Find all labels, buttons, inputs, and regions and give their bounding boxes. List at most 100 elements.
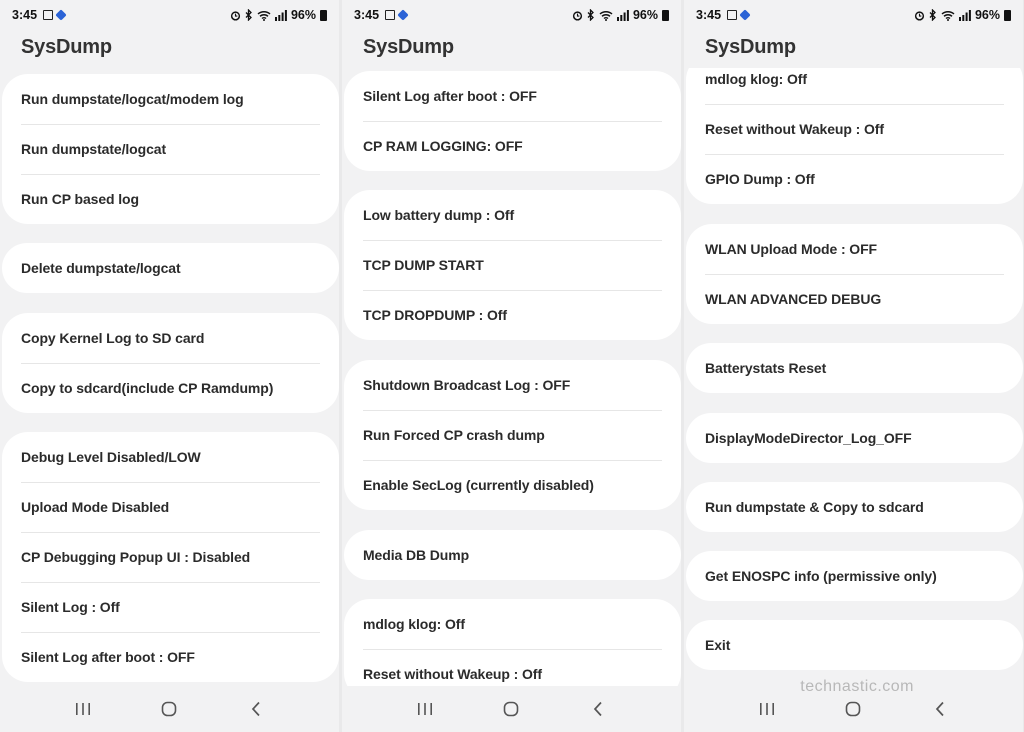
battery-percent: 96% <box>290 8 316 22</box>
menu-item[interactable]: Run Forced CP crash dump <box>344 410 681 460</box>
menu-card: Batterystats Reset <box>686 343 1023 393</box>
navigation-bar <box>342 686 681 732</box>
menu-item-label: Run dumpstate & Copy to sdcard <box>705 499 924 515</box>
recents-icon <box>417 702 433 716</box>
menu-item[interactable]: Exit <box>686 620 1023 670</box>
page-title: SysDump <box>21 36 112 58</box>
home-icon <box>845 701 861 717</box>
menu-item-label: Batterystats Reset <box>705 360 827 376</box>
menu-item[interactable]: Run dumpstate/logcat <box>2 124 339 174</box>
menu-card: mdlog klog: Off Reset without Wakeup : Of… <box>686 54 1023 204</box>
menu-item[interactable]: Enable SecLog (currently disabled) <box>344 460 681 510</box>
menu-card: Media DB Dump <box>344 530 681 580</box>
status-icons: VoLTE LTE196% <box>914 8 1011 22</box>
menu-item[interactable]: Reset without Wakeup : Off <box>686 104 1023 154</box>
wifi-icon <box>599 10 613 21</box>
menu-item[interactable]: Run CP based log <box>2 174 339 224</box>
back-button[interactable] <box>241 694 271 724</box>
menu-item-label: Low battery dump : Off <box>363 207 515 223</box>
menu-item[interactable]: mdlog klog: Off <box>344 599 681 649</box>
status-time: 3:45 <box>12 8 38 22</box>
menu-item[interactable]: Silent Log after boot : OFF <box>344 71 681 121</box>
gallery-icon <box>727 10 738 20</box>
menu-item[interactable]: CP RAM LOGGING: OFF <box>344 121 681 171</box>
menu-item-label: Run dumpstate/logcat <box>21 141 167 157</box>
status-time: 3:45 <box>354 8 380 22</box>
recents-button[interactable] <box>68 694 98 724</box>
home-button[interactable] <box>496 694 526 724</box>
menu-item-label: mdlog klog: Off <box>705 71 807 87</box>
recents-icon <box>759 702 775 716</box>
menu-item[interactable]: Upload Mode Disabled <box>2 482 339 532</box>
menu-item-label: GPIO Dump : Off <box>705 171 815 187</box>
battery-icon <box>662 9 669 21</box>
status-icons: VoLTE LTE196% <box>230 8 327 22</box>
page-title: SysDump <box>363 36 454 58</box>
menu-card: Shutdown Broadcast Log : OFF Run Forced C… <box>344 360 681 510</box>
recents-button[interactable] <box>410 694 440 724</box>
menu-item-label: Silent Log after boot : OFF <box>21 649 195 665</box>
menu-item[interactable]: Silent Log : Off <box>2 582 339 632</box>
menu-item[interactable]: Shutdown Broadcast Log : OFF <box>344 360 681 410</box>
menu-card: Debug Level Disabled/LOW Upload Mode Disa… <box>2 432 339 682</box>
menu-item[interactable]: Run dumpstate/logcat/modem log <box>2 74 339 124</box>
menu-item-label: Run Forced CP crash dump <box>363 427 545 443</box>
menu-card: Delete dumpstate/logcat <box>2 243 339 293</box>
menu-item[interactable]: GPIO Dump : Off <box>686 154 1023 204</box>
battery-percent: 96% <box>632 8 658 22</box>
gallery-icon <box>385 10 396 20</box>
recents-button[interactable] <box>752 694 782 724</box>
menu-item-label: Reset without Wakeup : Off <box>363 666 542 682</box>
signal-icon <box>616 9 629 21</box>
menu-item[interactable]: Copy Kernel Log to SD card <box>2 313 339 363</box>
status-bar: 3:45 VoLTE LTE196% <box>342 0 681 30</box>
page-title: SysDump <box>705 36 796 58</box>
phone-screen-2: 3:45 VoLTE LTE196% Silent Log after boot :… <box>342 0 681 732</box>
menu-item[interactable]: WLAN Upload Mode : OFF <box>686 224 1023 274</box>
home-button[interactable] <box>154 694 184 724</box>
back-button[interactable] <box>583 694 613 724</box>
home-button[interactable] <box>838 694 868 724</box>
menu-item[interactable]: Run dumpstate & Copy to sdcard <box>686 482 1023 532</box>
menu-item-label: CP Debugging Popup UI : Disabled <box>21 549 251 565</box>
status-icons: VoLTE LTE196% <box>572 8 669 22</box>
assistant-icon <box>55 9 67 21</box>
menu-item-label: Run CP based log <box>21 191 139 207</box>
menu-item[interactable]: Debug Level Disabled/LOW <box>2 432 339 482</box>
menu-item-label: TCP DUMP START <box>363 257 484 273</box>
menu-card: DisplayModeDirector_Log_OFF <box>686 413 1023 463</box>
menu-item[interactable]: Silent Log after boot : OFF <box>2 632 339 682</box>
battery-icon <box>1004 9 1011 21</box>
menu-item[interactable]: Get ENOSPC info (permissive only) <box>686 551 1023 601</box>
menu-item[interactable]: Media DB Dump <box>344 530 681 580</box>
watermark: technastic.com <box>800 678 914 695</box>
menu-item-label: CP RAM LOGGING: OFF <box>363 138 523 154</box>
menu-item-label: Exit <box>705 637 731 653</box>
bluetooth-icon <box>245 9 253 21</box>
menu-item-label: Upload Mode Disabled <box>21 499 170 515</box>
menu-item[interactable]: TCP DUMP START <box>344 240 681 290</box>
status-bar: 3:45 VoLTE LTE196% <box>684 0 1023 30</box>
menu-item[interactable]: CP Debugging Popup UI : Disabled <box>2 532 339 582</box>
menu-card: Low battery dump : Off TCP DUMP START TCP … <box>344 190 681 340</box>
menu-item[interactable]: Delete dumpstate/logcat <box>2 243 339 293</box>
menu-item[interactable]: Low battery dump : Off <box>344 190 681 240</box>
menu-item[interactable]: Batterystats Reset <box>686 343 1023 393</box>
signal-icon <box>958 9 971 21</box>
menu-item-label: WLAN Upload Mode : OFF <box>705 241 877 257</box>
recents-icon <box>75 702 91 716</box>
alarm-icon <box>230 10 241 21</box>
battery-icon <box>320 9 327 21</box>
wifi-icon <box>941 10 955 21</box>
menu-item[interactable]: WLAN ADVANCED DEBUG <box>686 274 1023 324</box>
menu-item[interactable]: Copy to sdcard(include CP Ramdump) <box>2 363 339 413</box>
menu-item[interactable]: DisplayModeDirector_Log_OFF <box>686 413 1023 463</box>
screenshot-root: 3:45 VoLTE LTE196% Run dumpstate/logcat/mo… <box>0 0 1024 732</box>
alarm-icon <box>572 10 583 21</box>
menu-card: Run dumpstate/logcat/modem log Run dumpst… <box>2 74 339 224</box>
back-button[interactable] <box>925 694 955 724</box>
menu-item[interactable]: TCP DROPDUMP : Off <box>344 290 681 340</box>
bluetooth-icon <box>929 9 937 21</box>
phone-screen-1: 3:45 VoLTE LTE196% Run dumpstate/logcat/mo… <box>0 0 339 732</box>
menu-item-label: Debug Level Disabled/LOW <box>21 449 201 465</box>
